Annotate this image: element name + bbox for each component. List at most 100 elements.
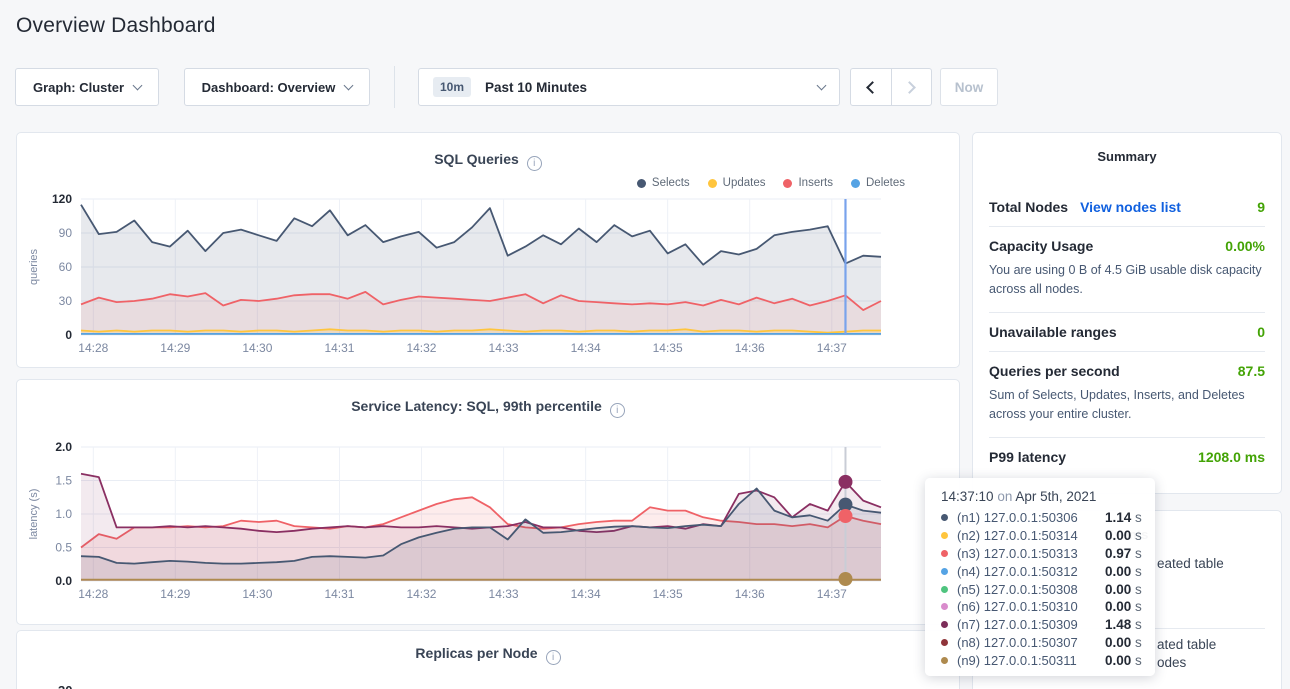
svg-text:14:37: 14:37 — [817, 587, 847, 601]
svg-text:14:32: 14:32 — [406, 341, 436, 355]
tooltip-node-name: (n3) 127.0.0.1:50313 — [957, 546, 1105, 561]
info-icon[interactable]: i — [546, 650, 561, 665]
replicas-per-node-panel: Replicas per Node i — [16, 630, 960, 689]
event-text-fragment: odes — [1157, 655, 1186, 670]
qps-value: 87.5 — [1238, 363, 1265, 379]
series-color-dot — [941, 657, 948, 664]
graph-dropdown-label: Graph: Cluster — [33, 80, 124, 95]
service-latency-chart[interactable]: 0.00.51.01.52.014:2814:2914:3014:3114:32… — [17, 380, 961, 626]
now-button[interactable]: Now — [940, 68, 998, 106]
series-color-dot — [941, 639, 948, 646]
tooltip-row: (n2) 127.0.0.1:503140.00 s — [941, 527, 1155, 545]
svg-text:14:37: 14:37 — [817, 341, 847, 355]
total-nodes-value: 9 — [1257, 199, 1265, 215]
svg-text:0: 0 — [65, 328, 72, 342]
tooltip-node-name: (n2) 127.0.0.1:50314 — [957, 528, 1105, 543]
next-range-button[interactable] — [891, 69, 932, 105]
time-nav-group — [850, 68, 932, 106]
svg-text:14:30: 14:30 — [242, 341, 272, 355]
view-nodes-list-link[interactable]: View nodes list — [1080, 199, 1181, 215]
svg-text:0.5: 0.5 — [55, 541, 72, 555]
series-color-dot — [941, 621, 948, 628]
svg-text:1.5: 1.5 — [55, 474, 72, 488]
sql-queries-panel: SQL Queriesi SelectsUpdatesInsertsDelete… — [16, 132, 960, 368]
svg-text:latency (s): latency (s) — [28, 489, 40, 540]
tooltip-node-value: 1.14 s — [1105, 510, 1142, 525]
time-range-label: Past 10 Minutes — [485, 80, 587, 95]
svg-text:14:28: 14:28 — [78, 341, 108, 355]
prev-range-button[interactable] — [851, 69, 891, 105]
unavailable-ranges-value: 0 — [1257, 324, 1265, 340]
tooltip-time: 14:37:10 — [941, 489, 994, 504]
tooltip-node-value: 0.00 s — [1105, 564, 1142, 579]
capacity-usage-value: 0.00% — [1225, 238, 1265, 254]
replicas-title: Replicas per Node i — [17, 645, 959, 665]
time-range-badge: 10m — [433, 77, 471, 97]
tooltip-node-value: 0.00 s — [1105, 528, 1142, 543]
tooltip-row: (n6) 127.0.0.1:503100.00 s — [941, 598, 1155, 616]
summary-row-total-nodes: Total Nodes View nodes list 9 — [989, 188, 1265, 226]
time-range-selector[interactable]: 10m Past 10 Minutes — [418, 68, 840, 106]
capacity-usage-label: Capacity Usage — [989, 238, 1093, 254]
svg-text:1.0: 1.0 — [55, 507, 72, 521]
tooltip-rows: (n1) 127.0.0.1:503061.14 s(n2) 127.0.0.1… — [941, 509, 1155, 669]
tooltip-row: (n9) 127.0.0.1:503110.00 s — [941, 651, 1155, 669]
chart-hover-tooltip: 14:37:10 on Apr 5th, 2021 (n1) 127.0.0.1… — [925, 478, 1155, 676]
tooltip-node-name: (n5) 127.0.0.1:50308 — [957, 582, 1105, 597]
svg-text:14:33: 14:33 — [489, 587, 519, 601]
svg-text:14:31: 14:31 — [324, 341, 354, 355]
tooltip-node-name: (n7) 127.0.0.1:50309 — [957, 617, 1105, 632]
dashboard-dropdown[interactable]: Dashboard: Overview — [184, 68, 370, 106]
tooltip-node-value: 1.48 s — [1105, 617, 1142, 632]
svg-text:14:35: 14:35 — [653, 587, 683, 601]
graph-dropdown[interactable]: Graph: Cluster — [15, 68, 159, 106]
event-text-fragment: ated table — [1157, 637, 1216, 652]
svg-text:14:29: 14:29 — [160, 341, 190, 355]
tooltip-timestamp: 14:37:10 on Apr 5th, 2021 — [941, 489, 1155, 504]
series-color-dot — [941, 550, 948, 557]
summary-title: Summary — [989, 149, 1265, 164]
tooltip-date: Apr 5th, 2021 — [1015, 489, 1096, 504]
qps-desc: Sum of Selects, Updates, Inserts, and De… — [989, 386, 1265, 437]
controls-divider — [394, 66, 395, 108]
svg-text:14:36: 14:36 — [735, 341, 765, 355]
page-title: Overview Dashboard — [16, 14, 216, 38]
tooltip-node-value: 0.00 s — [1105, 635, 1142, 650]
replicas-title-text: Replicas per Node — [415, 645, 537, 661]
series-color-dot — [941, 514, 948, 521]
tooltip-node-name: (n1) 127.0.0.1:50306 — [957, 510, 1105, 525]
tooltip-on: on — [997, 489, 1012, 504]
svg-text:14:28: 14:28 — [78, 587, 108, 601]
chevron-left-icon — [866, 81, 879, 94]
svg-text:0.0: 0.0 — [55, 574, 72, 588]
tooltip-node-name: (n4) 127.0.0.1:50312 — [957, 564, 1105, 579]
svg-text:14:32: 14:32 — [406, 587, 436, 601]
event-text-fragment: eated table — [1157, 556, 1224, 571]
svg-text:120: 120 — [52, 192, 72, 206]
svg-text:14:29: 14:29 — [160, 587, 190, 601]
unavailable-ranges-label: Unavailable ranges — [989, 324, 1117, 340]
overview-dashboard-page: Overview Dashboard Graph: Cluster Dashbo… — [0, 0, 1290, 689]
tooltip-row: (n4) 127.0.0.1:503120.00 s — [941, 562, 1155, 580]
tooltip-node-name: (n9) 127.0.0.1:50311 — [957, 653, 1105, 668]
tooltip-node-name: (n8) 127.0.0.1:50307 — [957, 635, 1105, 650]
chevron-right-icon — [903, 81, 916, 94]
tooltip-node-name: (n6) 127.0.0.1:50310 — [957, 599, 1105, 614]
tooltip-node-value: 0.00 s — [1105, 599, 1142, 614]
summary-row-p99: P99 latency 1208.0 ms — [989, 438, 1265, 476]
svg-text:14:34: 14:34 — [571, 587, 601, 601]
tooltip-row: (n8) 127.0.0.1:503070.00 s — [941, 634, 1155, 652]
tooltip-row: (n5) 127.0.0.1:503080.00 s — [941, 580, 1155, 598]
qps-label: Queries per second — [989, 363, 1120, 379]
svg-text:60: 60 — [59, 260, 73, 274]
svg-text:14:35: 14:35 — [653, 341, 683, 355]
summary-row-unavailable: Unavailable ranges 0 — [989, 313, 1265, 351]
tooltip-row: (n1) 127.0.0.1:503061.14 s — [941, 509, 1155, 527]
tooltip-node-value: 0.00 s — [1105, 653, 1142, 668]
p99-latency-label: P99 latency — [989, 449, 1066, 465]
series-color-dot — [941, 603, 948, 610]
chevron-down-icon — [133, 80, 143, 90]
sql-queries-chart[interactable]: 030609012014:2814:2914:3014:3114:3214:33… — [17, 133, 961, 369]
series-color-dot — [941, 532, 948, 539]
svg-text:14:30: 14:30 — [242, 587, 272, 601]
